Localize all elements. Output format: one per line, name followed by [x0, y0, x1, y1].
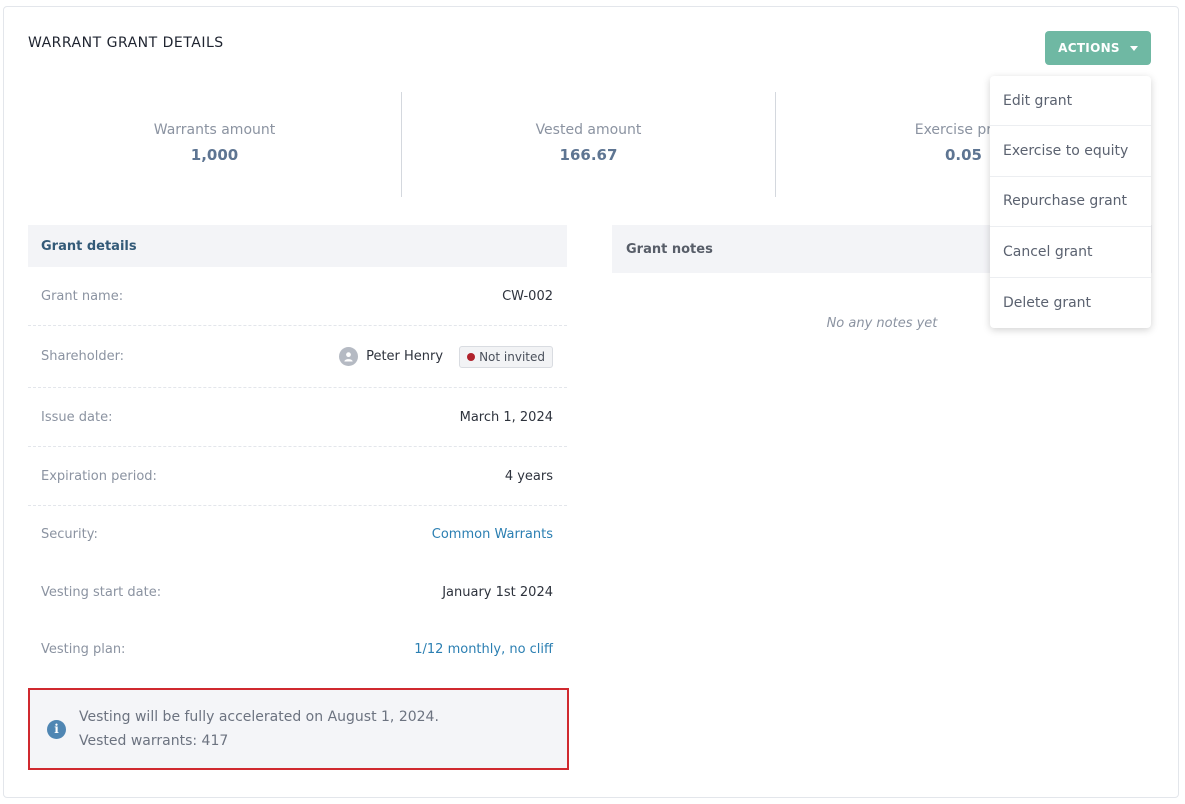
status-badge: Not invited	[459, 345, 553, 368]
stat-vested-amount: Vested amount 166.67	[402, 92, 775, 197]
stat-value: 1,000	[190, 146, 239, 164]
grant-details-header: Grant details	[28, 225, 567, 267]
row-expiration-period: Expiration period: 4 years	[28, 447, 567, 506]
menu-item-repurchase-grant[interactable]: Repurchase grant	[990, 177, 1151, 228]
caret-down-icon	[1129, 45, 1138, 51]
issue-date-value: March 1, 2024	[459, 409, 553, 425]
page-title: WARRANT GRANT DETAILS	[28, 35, 224, 51]
stat-label: Warrants amount	[153, 122, 276, 138]
row-label: Security:	[41, 526, 98, 542]
status-dot-icon	[467, 352, 476, 361]
vesting-plan-link[interactable]: 1/12 monthly, no cliff	[414, 642, 553, 657]
row-label: Grant name:	[41, 288, 124, 304]
shareholder-name: Peter Henry	[366, 349, 444, 364]
vesting-start-value: January 1st 2024	[442, 584, 553, 600]
grant-notes-title: Grant notes	[626, 241, 713, 257]
menu-item-delete-grant[interactable]: Delete grant	[990, 278, 1151, 328]
menu-item-edit-grant[interactable]: Edit grant	[990, 76, 1151, 127]
status-badge-label: Not invited	[479, 349, 545, 364]
user-icon	[339, 347, 359, 366]
grant-name-value: CW-002	[502, 288, 553, 304]
security-link[interactable]: Common Warrants	[432, 527, 553, 542]
shareholder[interactable]: Peter Henry Not invited	[339, 345, 553, 368]
row-label: Vesting start date:	[41, 584, 162, 600]
stat-label: Vested amount	[535, 122, 642, 138]
stat-warrants-amount: Warrants amount 1,000	[28, 92, 401, 197]
actions-button[interactable]: ACTIONS	[1045, 31, 1151, 65]
row-shareholder: Shareholder: Peter Henry Not invited	[28, 326, 567, 388]
row-label: Shareholder:	[41, 349, 125, 364]
menu-item-exercise-to-equity[interactable]: Exercise to equity	[990, 126, 1151, 177]
row-label: Issue date:	[41, 409, 113, 425]
info-line-vested: Vested warrants: 417	[79, 733, 229, 749]
stat-value: 166.67	[559, 146, 618, 164]
row-vesting-plan: Vesting plan: 1/12 monthly, no cliff	[28, 622, 567, 676]
info-icon: i	[47, 719, 66, 739]
grant-details-title: Grant details	[41, 238, 137, 254]
row-issue-date: Issue date: March 1, 2024	[28, 388, 567, 447]
row-vesting-start-date: Vesting start date: January 1st 2024	[28, 562, 567, 622]
menu-item-cancel-grant[interactable]: Cancel grant	[990, 227, 1151, 278]
row-label: Vesting plan:	[41, 641, 126, 657]
acceleration-info-box: i Vesting will be fully accelerated on A…	[28, 688, 569, 770]
row-grant-name: Grant name: CW-002	[28, 267, 567, 326]
row-security: Security: Common Warrants	[28, 506, 567, 562]
expiration-value: 4 years	[504, 468, 553, 484]
actions-menu: Edit grant Exercise to equity Repurchase…	[990, 76, 1151, 328]
row-label: Expiration period:	[41, 468, 157, 484]
actions-label: ACTIONS	[1058, 41, 1120, 55]
info-text: Vesting will be fully accelerated on Aug…	[79, 705, 439, 753]
info-line-acceleration: Vesting will be fully accelerated on Aug…	[79, 709, 439, 725]
